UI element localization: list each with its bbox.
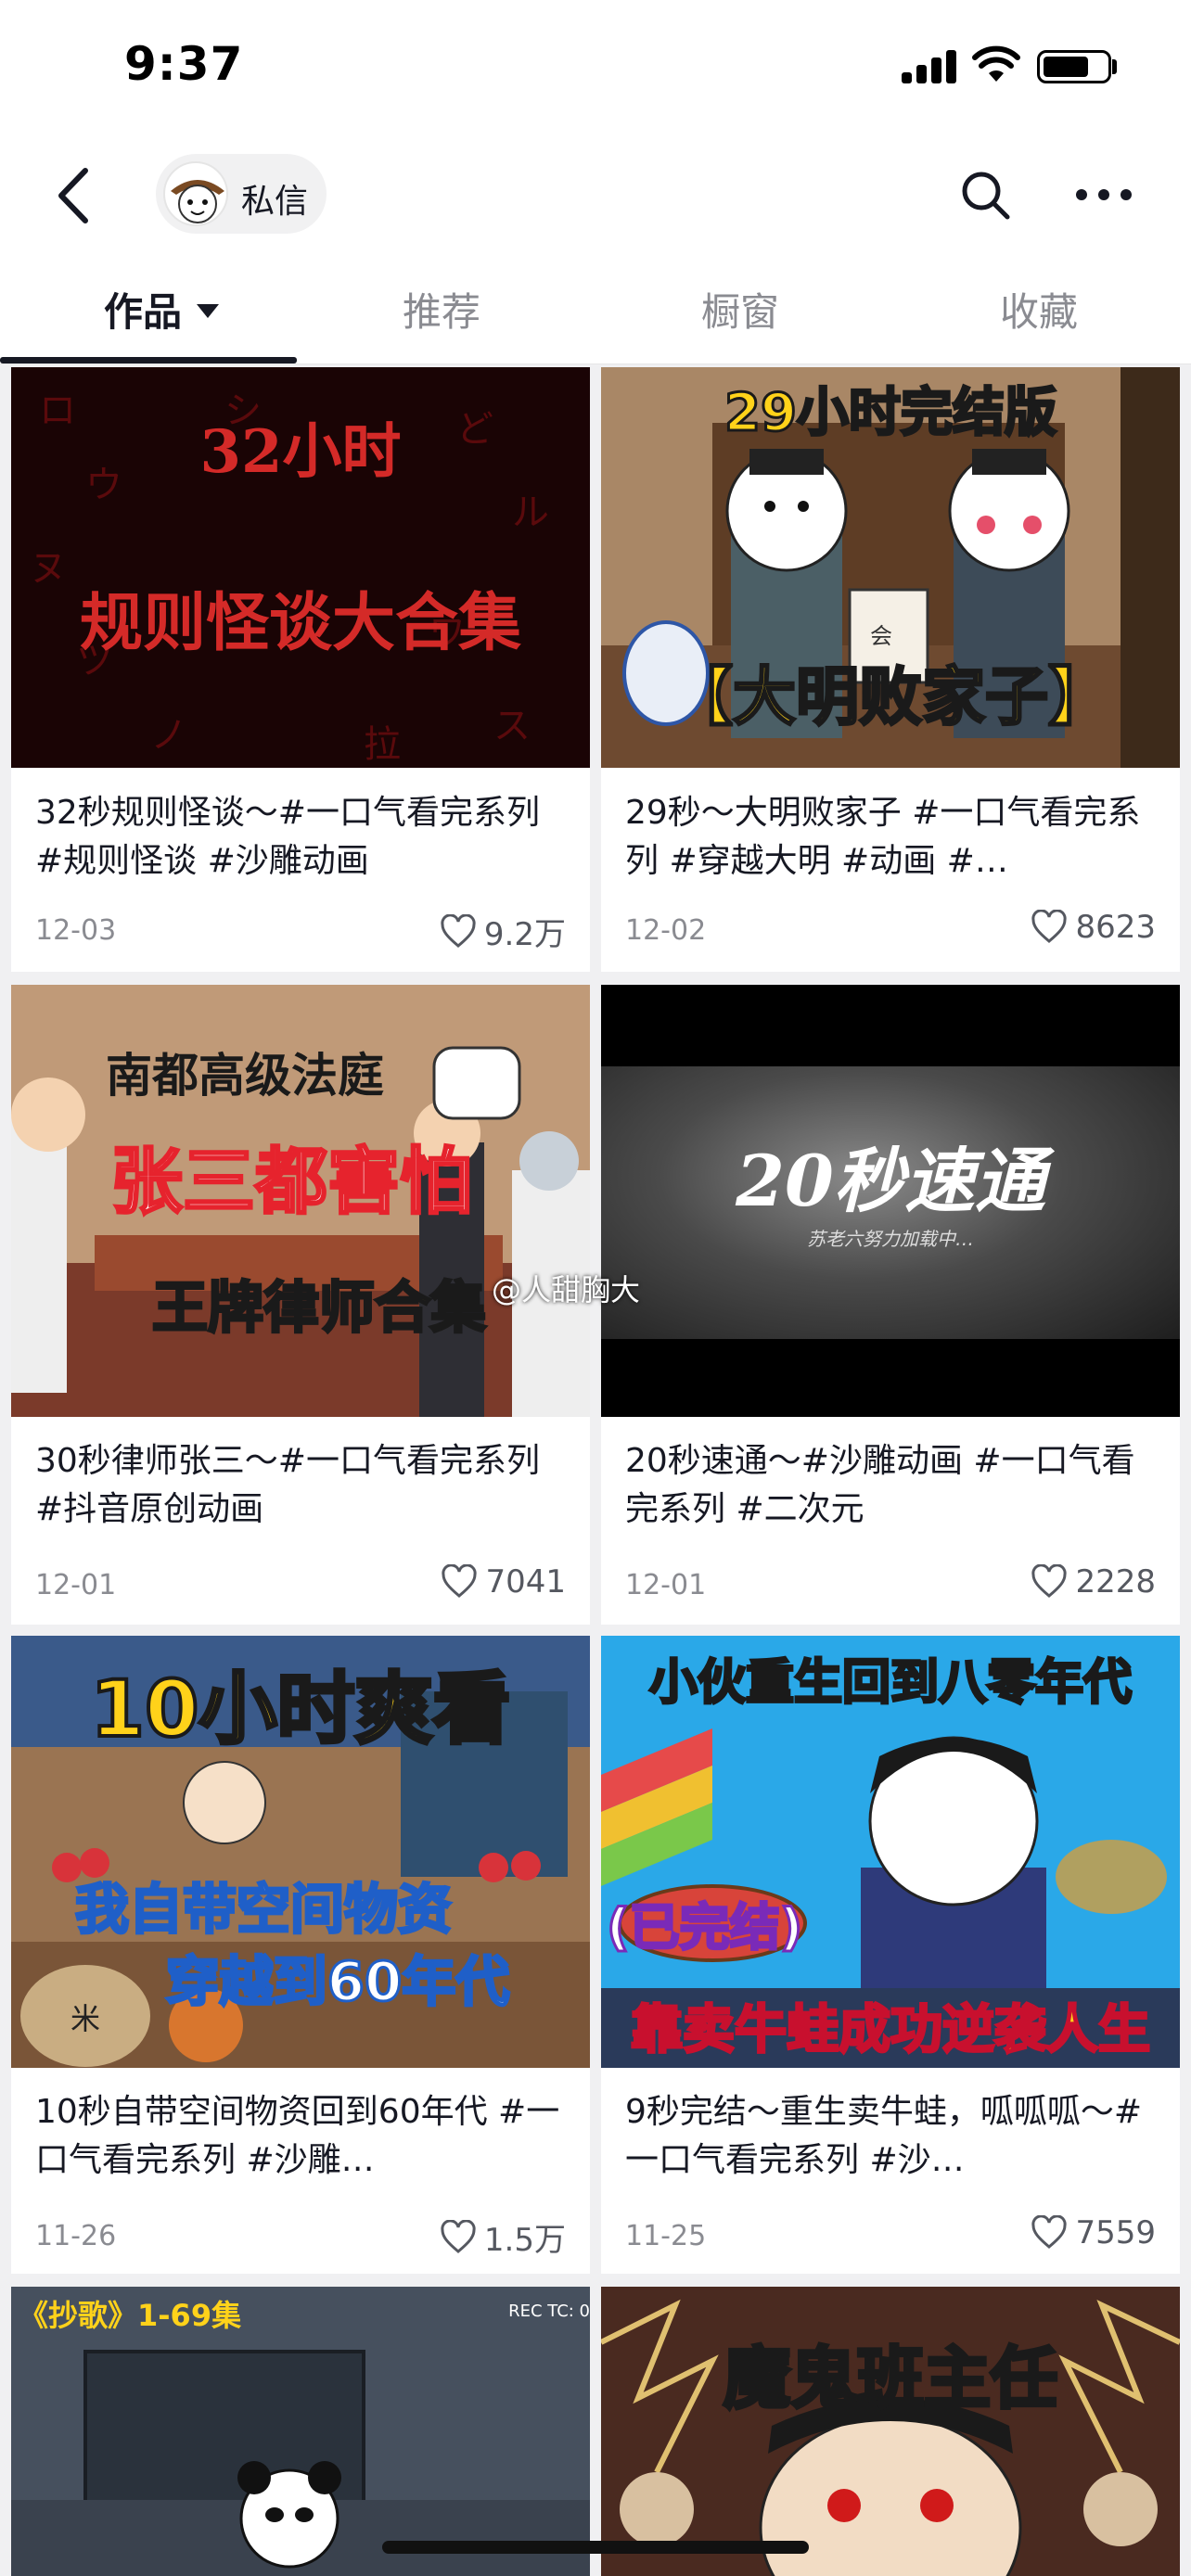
thumbnail-caption: (已完结) [606, 1897, 804, 1958]
tab-bar: 作品 推荐 橱窗 收藏 [0, 255, 1191, 364]
video-date: 11-26 [35, 2220, 117, 2252]
thumbnail-caption: 【大明败家子】 [668, 660, 1112, 736]
like-count: 1.5万 [440, 2214, 566, 2260]
like-count: 8623 [1031, 909, 1156, 946]
like-count-value: 8623 [1075, 909, 1156, 946]
thumbnail-caption: 我自带空间物资 [73, 1877, 453, 1943]
video-thumbnail: 《抄歌》1-69集 REC TC: 0 [11, 2287, 590, 2576]
like-count-value: 1.5万 [483, 2222, 566, 2259]
video-thumbnail: 魔鬼班主任 [601, 2287, 1180, 2576]
thumbnail-caption: 小伙重生回到八零年代 [647, 1654, 1133, 1713]
heart-icon [441, 913, 476, 948]
tab-indicator [0, 357, 297, 363]
status-bar: 9:37 [0, 0, 1191, 139]
heart-icon [442, 1564, 478, 1598]
battery-cap [1112, 59, 1117, 74]
heart-icon [441, 2219, 476, 2253]
caret-down-icon [197, 304, 220, 318]
like-count: 2228 [1031, 1563, 1156, 1600]
home-indicator[interactable] [382, 2541, 809, 2554]
back-icon[interactable] [48, 163, 104, 228]
svg-text:ノ: ノ [150, 714, 187, 757]
tab-favorites[interactable]: 收藏 [1000, 281, 1078, 338]
video-thumbnail: 小伙重生回到八零年代 (已完结) 靠卖牛蛙成功逆袭人生 [601, 1636, 1180, 2068]
thumbnail-caption: 米 [70, 2001, 101, 2036]
thumbnail-caption: 规则怪谈大合集 [79, 586, 521, 660]
video-title: 30秒律师张三～#一口气看完系列 #抖音原创动画 [35, 1442, 540, 1528]
thumbnail-caption: 苏老六努力加载中… [807, 1228, 974, 1250]
video-title: 29秒～大明败家子 #一口气看完系列 #穿越大明 #动画 #… [625, 794, 1141, 880]
video-thumbnail: 10小时爽看 我自带空间物资 穿越到60年代 米 [11, 1636, 590, 2068]
thumbnail-caption: 张三都害怕 [109, 1140, 473, 1226]
video-title: 10秒自带空间物资回到60年代 #一口气看完系列 #沙雕… [35, 2093, 560, 2179]
thumbnail-caption: 魔鬼班主任 [722, 2338, 1059, 2419]
heart-icon [1031, 2215, 1068, 2249]
like-count: 7041 [441, 1563, 566, 1600]
video-date: 12-01 [625, 1569, 707, 1601]
thumbnail-caption: 32小时 [199, 417, 402, 487]
video-card[interactable]: 小伙重生回到八零年代 (已完结) 靠卖牛蛙成功逆袭人生 9秒完结～重生卖牛蛙，呱… [601, 1636, 1180, 2274]
thumbnail-caption: 10小时爽看 [89, 1662, 513, 1756]
svg-text:拉: 拉 [364, 723, 401, 766]
like-count-value: 7559 [1075, 2214, 1156, 2251]
video-title: 9秒完结～重生卖牛蛙，呱呱呱～#一口气看完系列 #沙… [625, 2093, 1143, 2179]
thumbnail-caption: 穿越到60年代 [164, 1949, 511, 2015]
tab-showcase[interactable]: 橱窗 [701, 281, 779, 338]
watermark: @人甜胸大 [492, 1272, 641, 1307]
video-card[interactable]: ロウヌツ どルワス シ拉ノ 32小时 规则怪谈大合集 32秒规则怪谈～#一口气看… [11, 367, 590, 972]
video-card[interactable]: 10小时爽看 我自带空间物资 穿越到60年代 米 10秒自带空间物资回到60年代… [11, 1636, 590, 2274]
video-thumbnail: 南都高级法庭 张三都害怕 王牌律师合集 [11, 985, 590, 1417]
heart-icon [1031, 1564, 1068, 1598]
svg-text:ル: ル [512, 491, 549, 534]
video-title: 20秒速通～#沙雕动画 #一口气看完系列 #二次元 [625, 1442, 1135, 1528]
video-date: 12-02 [625, 914, 707, 947]
video-date: 11-25 [625, 2220, 707, 2252]
search-icon[interactable] [957, 165, 1013, 226]
avatar [163, 161, 228, 226]
battery-icon [1037, 50, 1111, 83]
status-time: 9:37 [124, 37, 244, 91]
like-count: 9.2万 [440, 909, 566, 954]
video-card[interactable]: 29小时完结版 会 【大明败家子】 29秒～大明败家子 #一口气看完系列 #穿越… [601, 367, 1180, 972]
video-thumbnail: 29小时完结版 会 【大明败家子】 [601, 367, 1180, 768]
video-card[interactable]: 魔鬼班主任 [601, 2287, 1180, 2576]
like-count-value: 2228 [1075, 1563, 1156, 1600]
thumbnail-caption: 靠卖牛蛙成功逆袭人生 [630, 1999, 1152, 2062]
svg-text:ス: ス [493, 705, 531, 747]
video-title: 32秒规则怪谈～#一口气看完系列 #规则怪谈 #沙雕动画 [35, 794, 540, 880]
thumbnail-caption: 20秒速通 [736, 1140, 1045, 1222]
thumbnail-caption: REC TC: 0 [508, 2302, 590, 2321]
tab-works-label: 作品 [104, 289, 183, 335]
tab-recommend[interactable]: 推荐 [403, 281, 480, 338]
like-count-value: 7041 [485, 1563, 566, 1600]
nav-bar: 私信 [0, 139, 1191, 255]
video-card[interactable]: 20秒速通 苏老六努力加载中… 20秒速通～#沙雕动画 #一口气看完系列 #二次… [601, 985, 1180, 1625]
like-count-value: 9.2万 [483, 916, 566, 953]
thumbnail-caption: 29小时完结版 [724, 382, 1058, 445]
thumbnail-caption: 《抄歌》1-69集 [19, 2298, 242, 2333]
more-options-icon[interactable] [1074, 178, 1133, 211]
video-card[interactable]: 《抄歌》1-69集 REC TC: 0 [11, 2287, 590, 2576]
thumbnail-caption: 南都高级法庭 [106, 1048, 384, 1103]
cellular-signal-icon [902, 50, 957, 83]
dm-label: 私信 [241, 183, 309, 221]
direct-message-button[interactable]: 私信 [156, 154, 327, 234]
heart-icon [1031, 910, 1068, 943]
video-date: 12-03 [35, 914, 117, 947]
video-thumbnail: 20秒速通 苏老六努力加载中… [601, 985, 1180, 1417]
video-thumbnail: ロウヌツ どルワス シ拉ノ 32小时 规则怪谈大合集 [11, 367, 590, 768]
tab-works[interactable]: 作品 [104, 281, 220, 338]
wifi-icon [972, 45, 1020, 82]
like-count: 7559 [1031, 2214, 1156, 2251]
video-date: 12-01 [35, 1569, 117, 1601]
